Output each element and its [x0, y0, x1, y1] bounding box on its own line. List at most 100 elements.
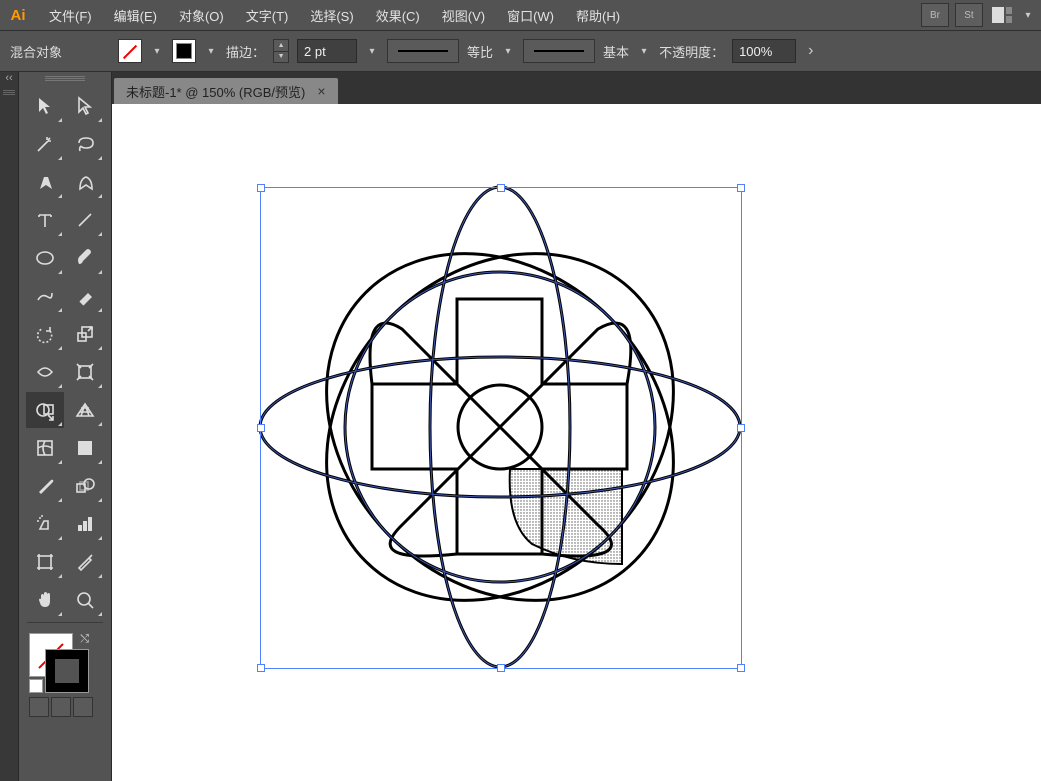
magic-wand-icon [34, 133, 56, 155]
shaper-tool[interactable] [26, 278, 64, 314]
stroke-weight-stepper[interactable]: ▲▼ [273, 39, 289, 63]
stroke-indicator[interactable] [45, 649, 89, 693]
control-bar: 混合对象 ▾ ▾ 描边： ▲▼ 2 pt ▾ 等比 ▾ 基本 ▾ 不透明度： 1… [0, 30, 1041, 72]
ellipse-icon [34, 247, 56, 269]
shaper-icon [34, 285, 56, 307]
magic-wand-tool[interactable] [26, 126, 64, 162]
curvature-tool[interactable] [66, 164, 104, 200]
gradient-tool[interactable] [66, 430, 104, 466]
menu-view[interactable]: 视图(V) [431, 0, 496, 30]
eraser-tool[interactable] [66, 278, 104, 314]
swap-fill-stroke-icon[interactable]: ⤭ [80, 633, 89, 646]
stroke-weight-field[interactable]: 2 pt [297, 39, 357, 63]
menu-help[interactable]: 帮助(H) [565, 0, 631, 30]
canvas[interactable] [112, 104, 1041, 781]
direct-selection-tool[interactable] [66, 88, 104, 124]
menu-bar: Ai 文件(F) 编辑(E) 对象(O) 文字(T) 选择(S) 效果(C) 视… [0, 0, 1041, 30]
arrange-documents-caret-icon[interactable]: ▾ [1021, 4, 1035, 26]
menu-window-label: 窗口(W) [507, 6, 554, 25]
document-tab-bar: 未标题-1* @ 150% (RGB/预览) × [112, 72, 1041, 104]
stroke-profile-preview[interactable] [387, 39, 459, 63]
artboard-icon [34, 551, 56, 573]
draw-behind-mode[interactable] [51, 697, 71, 717]
bbox-handle-sw[interactable] [257, 664, 265, 672]
zoom-tool[interactable] [66, 582, 104, 618]
toolbar-grip-icon[interactable] [45, 76, 85, 82]
stepper-up-icon[interactable]: ▲ [274, 40, 288, 52]
stroke-swatch-caret-icon[interactable]: ▾ [204, 40, 218, 62]
stroke-swatch[interactable] [172, 39, 196, 63]
opacity-label: 不透明度： [659, 42, 724, 61]
rotate-tool[interactable] [26, 316, 64, 352]
menu-object-label: 对象(O) [179, 6, 224, 25]
menu-help-label: 帮助(H) [576, 6, 620, 25]
default-fill-stroke-icon[interactable] [29, 679, 43, 693]
slice-tool[interactable] [66, 544, 104, 580]
control-bar-more-icon[interactable]: › [804, 42, 817, 60]
fill-swatch[interactable] [118, 39, 142, 63]
ellipse-tool[interactable] [26, 240, 64, 276]
pen-tool[interactable] [26, 164, 64, 200]
selection-tool[interactable] [26, 88, 64, 124]
opacity-field[interactable]: 100% [732, 39, 796, 63]
line-segment-tool[interactable] [66, 202, 104, 238]
stock-button[interactable]: St [955, 3, 983, 27]
menu-text[interactable]: 文字(T) [235, 0, 300, 30]
artboard-tool[interactable] [26, 544, 64, 580]
bridge-button[interactable]: Br [921, 3, 949, 27]
rotate-icon [34, 323, 56, 345]
draw-inside-mode[interactable] [73, 697, 93, 717]
panel-dock-collapsed[interactable]: ‹‹ [0, 72, 19, 781]
scale-tool[interactable] [66, 316, 104, 352]
paintbrush-tool[interactable] [66, 240, 104, 276]
bbox-handle-e[interactable] [737, 424, 745, 432]
dock-grip-icon [3, 90, 15, 96]
column-graph-icon [74, 513, 96, 535]
close-tab-icon[interactable]: × [317, 83, 325, 99]
eyedropper-tool[interactable] [26, 468, 64, 504]
bbox-handle-w[interactable] [257, 424, 265, 432]
stepper-down-icon[interactable]: ▼ [274, 52, 288, 63]
selection-bounding-box[interactable] [260, 187, 742, 669]
bbox-handle-ne[interactable] [737, 184, 745, 192]
shape-builder-tool[interactable] [26, 392, 64, 428]
menu-object[interactable]: 对象(O) [168, 0, 235, 30]
draw-normal-mode[interactable] [29, 697, 49, 717]
lasso-tool[interactable] [66, 126, 104, 162]
free-transform-tool[interactable] [66, 354, 104, 390]
perspective-grid-tool[interactable] [66, 392, 104, 428]
type-tool[interactable] [26, 202, 64, 238]
mesh-tool[interactable] [26, 430, 64, 466]
brush-label: 基本 [603, 42, 629, 61]
menu-text-label: 文字(T) [246, 6, 289, 25]
symbol-sprayer-tool[interactable] [26, 506, 64, 542]
fill-swatch-caret-icon[interactable]: ▾ [150, 40, 164, 62]
menu-edit[interactable]: 编辑(E) [103, 0, 168, 30]
brush-caret-icon[interactable]: ▾ [637, 40, 651, 62]
menu-file[interactable]: 文件(F) [38, 0, 103, 30]
free-transform-icon [74, 361, 96, 383]
expand-dock-icon[interactable]: ‹‹ [0, 72, 18, 84]
menu-effect[interactable]: 效果(C) [365, 0, 431, 30]
stroke-profile-caret-icon[interactable]: ▾ [501, 40, 515, 62]
arrange-documents-button[interactable] [989, 4, 1015, 26]
menu-window[interactable]: 窗口(W) [496, 0, 565, 30]
blend-tool[interactable] [66, 468, 104, 504]
document-tab[interactable]: 未标题-1* @ 150% (RGB/预览) × [114, 78, 338, 104]
symbol-sprayer-icon [34, 513, 56, 535]
bbox-handle-n[interactable] [497, 184, 505, 192]
bbox-handle-s[interactable] [497, 664, 505, 672]
column-graph-tool[interactable] [66, 506, 104, 542]
bbox-handle-se[interactable] [737, 664, 745, 672]
hand-tool[interactable] [26, 582, 64, 618]
lasso-icon [74, 133, 96, 155]
arrow-cursor-icon [34, 95, 56, 117]
brush-preview[interactable] [523, 39, 595, 63]
menu-select[interactable]: 选择(S) [299, 0, 364, 30]
document-area: 未标题-1* @ 150% (RGB/预览) × [112, 72, 1041, 781]
bbox-handle-nw[interactable] [257, 184, 265, 192]
fill-stroke-indicator[interactable]: ⤭ [29, 633, 89, 693]
stroke-weight-caret-icon[interactable]: ▾ [365, 40, 379, 62]
width-tool[interactable] [26, 354, 64, 390]
stock-label: St [964, 10, 973, 21]
